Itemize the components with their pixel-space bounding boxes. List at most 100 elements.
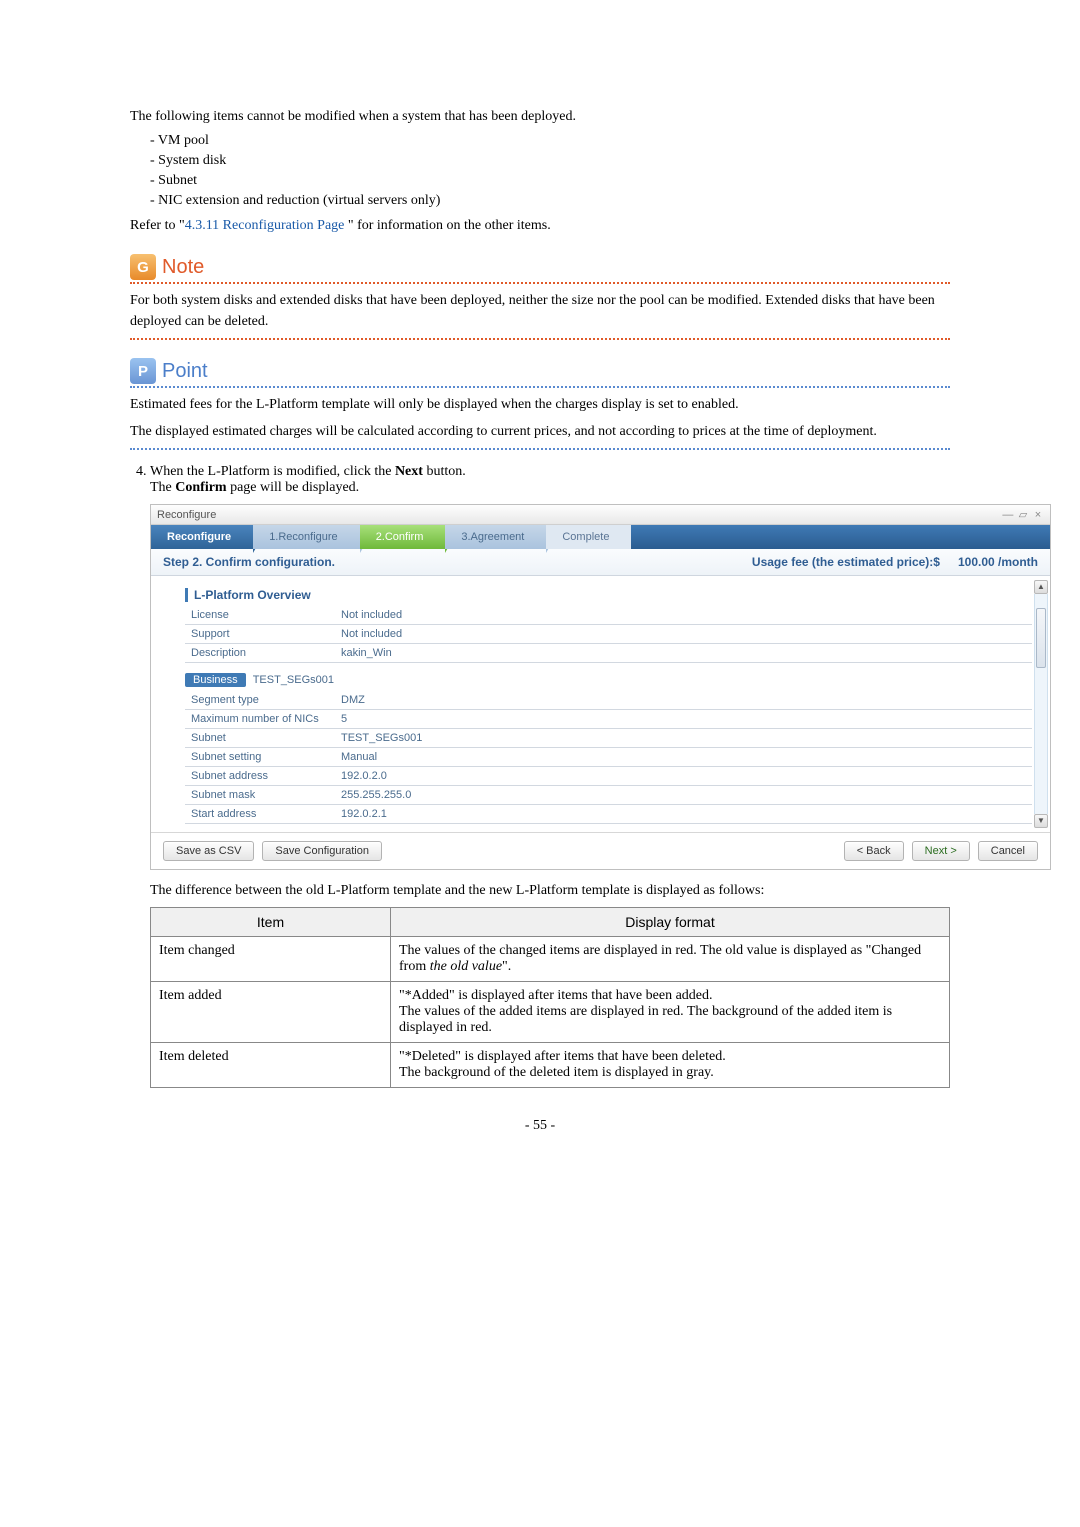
note-title: Note <box>162 256 204 279</box>
wizard-step-3[interactable]: 3.Agreement <box>445 525 546 549</box>
save-configuration-button[interactable]: Save Configuration <box>262 841 382 861</box>
wizard-step-complete: Complete <box>546 525 631 549</box>
text: button. <box>423 464 466 479</box>
business-name: TEST_SEGs001 <box>253 674 334 686</box>
list-item: Subnet <box>150 173 950 189</box>
maximize-icon[interactable]: ▱ <box>1017 508 1029 521</box>
document-page: The following items cannot be modified w… <box>0 0 1080 1164</box>
cell-key: Subnet address <box>185 767 335 786</box>
cell-format: "*Added" is displayed after items that h… <box>391 982 950 1043</box>
text-italic: the old value <box>430 959 502 974</box>
scroll-up-icon[interactable]: ▲ <box>1034 580 1048 594</box>
cell-item: Item deleted <box>151 1043 391 1088</box>
cell-value: 192.0.2.0 <box>335 767 1032 786</box>
refer-line: Refer to "4.3.11 Reconfiguration Page " … <box>130 215 950 236</box>
page-number: - 55 - <box>130 1118 950 1134</box>
confirm-body: L-Platform Overview LicenseNot included … <box>151 576 1050 832</box>
text: 3.Agreement <box>461 531 524 543</box>
back-button[interactable]: < Back <box>844 841 904 861</box>
cell-value: DMZ <box>335 691 1032 710</box>
text: When the L-Platform is modified, click t… <box>150 464 395 479</box>
step-4: When the L-Platform is modified, click t… <box>150 464 950 1088</box>
table-row: LicenseNot included <box>185 606 1032 625</box>
list-item-label: NIC extension and reduction (virtual ser… <box>158 193 440 208</box>
table-row: Subnet settingManual <box>185 748 1032 767</box>
table-row: Start address192.0.2.1 <box>185 805 1032 824</box>
point-icon: P <box>130 358 156 384</box>
substep-bar: Step 2. Confirm configuration. Usage fee… <box>151 549 1050 576</box>
business-tag-row: Business TEST_SEGs001 <box>185 663 1032 691</box>
list-item-label: Subnet <box>158 173 197 188</box>
text: "*Deleted" is displayed after items that… <box>399 1049 726 1080</box>
minimize-icon[interactable]: — <box>1002 509 1014 521</box>
window-buttons: — ▱ × <box>1002 508 1044 521</box>
cell-key: Segment type <box>185 691 335 710</box>
usage-fee-label: Usage fee (the estimated price):$ <box>752 555 940 569</box>
link-reconfiguration-page[interactable]: 4.3.11 Reconfiguration Page <box>185 218 348 233</box>
cell-value: Not included <box>335 625 1032 644</box>
text: page will be displayed. <box>227 480 360 495</box>
text: The <box>150 480 175 495</box>
usage-fee-value: 100.00 /month <box>958 555 1038 569</box>
close-icon[interactable]: × <box>1032 509 1044 521</box>
cell-key: Maximum number of NICs <box>185 710 335 729</box>
cell-value: Manual <box>335 748 1032 767</box>
point-title: Point <box>162 360 208 383</box>
table-row: Descriptionkakin_Win <box>185 644 1032 663</box>
cancel-button[interactable]: Cancel <box>978 841 1038 861</box>
cell-key: License <box>185 606 335 625</box>
save-as-csv-button[interactable]: Save as CSV <box>163 841 254 861</box>
overview-header: L-Platform Overview <box>185 588 1032 602</box>
list-item-label: System disk <box>158 153 226 168</box>
table-row: Subnet address192.0.2.0 <box>185 767 1032 786</box>
list-item-label: VM pool <box>158 133 209 148</box>
window-title: Reconfigure <box>157 509 216 521</box>
scroll-thumb[interactable] <box>1036 608 1046 668</box>
note-body: For both system disks and extended disks… <box>130 290 950 332</box>
text: Reconfigure <box>167 531 231 543</box>
table-row: SubnetTEST_SEGs001 <box>185 729 1032 748</box>
wizard-step-1[interactable]: 1.Reconfigure <box>253 525 360 549</box>
window-titlebar: Reconfigure — ▱ × <box>151 505 1050 525</box>
diff-intro: The difference between the old L-Platfor… <box>150 880 950 901</box>
segment-table: Segment typeDMZ Maximum number of NICs5 … <box>185 691 1032 824</box>
note-icon: G <box>130 254 156 280</box>
text: 2.Confirm <box>376 531 424 543</box>
cell-value: 5 <box>335 710 1032 729</box>
cell-value: TEST_SEGs001 <box>335 729 1032 748</box>
cell-format: "*Deleted" is displayed after items that… <box>391 1043 950 1088</box>
cell-format: The values of the changed items are disp… <box>391 937 950 982</box>
cell-key: Start address <box>185 805 335 824</box>
text: Complete <box>562 531 609 543</box>
table-row: Item changed The values of the changed i… <box>151 937 950 982</box>
table-row: Maximum number of NICs5 <box>185 710 1032 729</box>
dialog-footer: Save as CSV Save Configuration < Back Ne… <box>151 832 1050 869</box>
screenshot-reconfigure: Reconfigure — ▱ × Reconfigure 1.Reconfig… <box>150 504 1051 870</box>
wizard-stepbar: Reconfigure 1.Reconfigure 2.Confirm 3.Ag… <box>151 525 1050 549</box>
table-row: Subnet mask255.255.255.0 <box>185 786 1032 805</box>
list-item: NIC extension and reduction (virtual ser… <box>150 193 950 209</box>
diff-table: Item Display format Item changed The val… <box>150 907 950 1088</box>
cell-key: Subnet <box>185 729 335 748</box>
text: 1.Reconfigure <box>269 531 338 543</box>
cell-key: Description <box>185 644 335 663</box>
cell-key: Subnet mask <box>185 786 335 805</box>
cell-value: Not included <box>335 606 1032 625</box>
cell-item: Item changed <box>151 937 391 982</box>
note-header: G Note <box>130 250 950 284</box>
scroll-track[interactable] <box>1034 594 1048 814</box>
note-separator <box>130 338 950 340</box>
table-row: SupportNot included <box>185 625 1032 644</box>
point-separator <box>130 448 950 450</box>
business-tag: Business <box>185 673 246 687</box>
vertical-scrollbar[interactable]: ▲ ▼ <box>1034 580 1048 828</box>
text-bold: Next <box>395 464 423 479</box>
intro-text: The following items cannot be modified w… <box>130 106 950 127</box>
scroll-down-icon[interactable]: ▼ <box>1034 814 1048 828</box>
wizard-step-2[interactable]: 2.Confirm <box>360 525 446 549</box>
next-button[interactable]: Next > <box>912 841 970 861</box>
col-item: Item <box>151 908 391 937</box>
text: Refer to " <box>130 218 185 233</box>
table-header-row: Item Display format <box>151 908 950 937</box>
text: "*Added" is displayed after items that h… <box>399 988 892 1035</box>
